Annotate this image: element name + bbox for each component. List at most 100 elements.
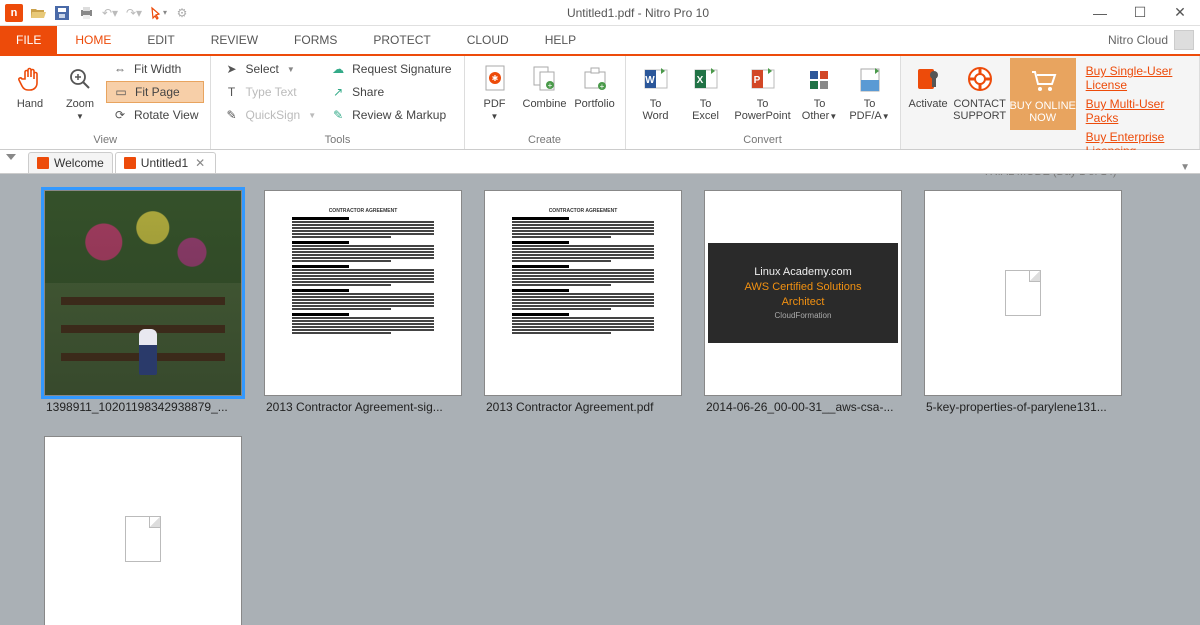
group-convert-label: Convert xyxy=(632,132,894,149)
quick-access-toolbar: n ↶▾ ↷▾ ▾ ⚙ xyxy=(0,3,196,23)
app-icon[interactable]: n xyxy=(4,3,24,23)
content-area[interactable]: 1398911_10201198342938879_...CONTRACTOR … xyxy=(0,174,1200,625)
support-label: CONTACT SUPPORT xyxy=(953,98,1006,122)
tab-edit[interactable]: EDIT xyxy=(129,26,192,54)
nitro-cloud-link[interactable]: Nitro Cloud xyxy=(1108,33,1168,47)
tab-forms[interactable]: FORMS xyxy=(276,26,355,54)
save-icon[interactable] xyxy=(52,3,72,23)
request-signature-button[interactable]: ☁Request Signature xyxy=(324,58,457,80)
thumbnail[interactable]: CONTRACTOR AGREEMENT2013 Contractor Agre… xyxy=(484,190,682,414)
group-view: Hand Zoom▼ ⇔Fit Width ▭Fit Page ⟳Rotate … xyxy=(0,56,211,149)
group-tools: ➤Select▼ TType Text ✎QuickSign▼ ☁Request… xyxy=(211,56,464,149)
to-excel-button[interactable]: X To Excel xyxy=(682,58,730,126)
svg-text:+: + xyxy=(599,82,604,91)
group-trial: Activate CONTACT SUPPORT BUY ONLINE NOW … xyxy=(901,56,1200,149)
to-pdfa-button[interactable]: To PDF/A▼ xyxy=(846,58,894,126)
type-text-button[interactable]: TType Text xyxy=(217,81,322,103)
to-powerpoint-button[interactable]: P To PowerPoint xyxy=(732,58,794,126)
title-bar: n ↶▾ ↷▾ ▾ ⚙ Untitled1.pdf - Nitro Pro 10… xyxy=(0,0,1200,26)
hand-label: Hand xyxy=(17,98,43,110)
group-create: ✱ PDF▼ + Combine + Portfolio Create xyxy=(465,56,626,149)
tabs-expand-icon[interactable] xyxy=(6,154,16,160)
zoom-label: Zoom▼ xyxy=(66,98,94,122)
rotate-view-button[interactable]: ⟳Rotate View xyxy=(106,104,204,126)
svg-text:+: + xyxy=(547,81,552,90)
portfolio-label: Portfolio xyxy=(574,98,614,110)
share-button[interactable]: ↗Share xyxy=(324,81,457,103)
pdf-button[interactable]: ✱ PDF▼ xyxy=(471,58,519,126)
thumbnail[interactable]: CONTRACTOR AGREEMENT2013 Contractor Agre… xyxy=(264,190,462,414)
tab-cloud[interactable]: CLOUD xyxy=(449,26,527,54)
minimize-button[interactable]: — xyxy=(1080,0,1120,26)
tabs-menu-icon[interactable]: ▼ xyxy=(1180,162,1190,173)
pdfa-icon xyxy=(857,62,883,96)
tab-review[interactable]: REVIEW xyxy=(193,26,276,54)
buy-multi-link[interactable]: Buy Multi-User Packs xyxy=(1086,95,1185,127)
tab-close-icon[interactable]: ✕ xyxy=(193,156,207,170)
activate-icon xyxy=(914,62,942,96)
thumbnail[interactable] xyxy=(44,436,242,625)
doc-icon xyxy=(124,157,136,169)
window-controls: — ☐ ✕ xyxy=(1080,0,1200,26)
buy-online-button[interactable]: BUY ONLINE NOW xyxy=(1010,58,1076,130)
thumbnail[interactable]: 5-key-properties-of-parylene131... xyxy=(924,190,1122,414)
thumbnail-label: 2014-06-26_00-00-31__aws-csa-... xyxy=(704,396,902,414)
maximize-button[interactable]: ☐ xyxy=(1120,0,1160,26)
undo-icon[interactable]: ↶▾ xyxy=(100,3,120,23)
close-button[interactable]: ✕ xyxy=(1160,0,1200,26)
customize-qat-icon[interactable]: ⚙ xyxy=(172,3,192,23)
print-icon[interactable] xyxy=(76,3,96,23)
thumbnail-grid: 1398911_10201198342938879_...CONTRACTOR … xyxy=(44,190,1200,625)
svg-text:W: W xyxy=(645,75,655,86)
cursor-icon: ➤ xyxy=(223,62,239,76)
fit-page-button[interactable]: ▭Fit Page xyxy=(106,81,204,103)
portfolio-button[interactable]: + Portfolio xyxy=(571,58,619,114)
combine-button[interactable]: + Combine xyxy=(521,58,569,114)
thumbnail-image: CONTRACTOR AGREEMENT xyxy=(264,190,462,396)
quicksign-icon: ✎ xyxy=(223,108,239,122)
contact-support-button[interactable]: CONTACT SUPPORT xyxy=(952,58,1008,126)
to-excel-label: To Excel xyxy=(692,98,719,122)
doc-icon xyxy=(37,157,49,169)
cursor-icon[interactable]: ▾ xyxy=(148,3,168,23)
tab-home[interactable]: HOME xyxy=(57,26,129,54)
review-markup-button[interactable]: ✎Review & Markup xyxy=(324,104,457,126)
hand-icon xyxy=(16,62,44,96)
zoom-button[interactable]: Zoom▼ xyxy=(56,58,104,126)
tab-protect[interactable]: PROTECT xyxy=(355,26,448,54)
tab-help[interactable]: HELP xyxy=(527,26,594,54)
open-icon[interactable] xyxy=(28,3,48,23)
thumbnail-image xyxy=(924,190,1122,396)
to-word-button[interactable]: WTo Word xyxy=(632,58,680,126)
doc-tab-current[interactable]: Untitled1✕ xyxy=(115,152,216,173)
thumbnail-label: 2013 Contractor Agreement.pdf xyxy=(484,396,682,414)
buy-single-link[interactable]: Buy Single-User License xyxy=(1086,62,1185,94)
user-avatar[interactable] xyxy=(1174,30,1194,50)
thumbnail-image xyxy=(44,436,242,625)
combine-label: Combine xyxy=(523,98,567,110)
doc-tab-welcome[interactable]: Welcome xyxy=(28,152,113,173)
share-icon: ↗ xyxy=(330,85,346,99)
tab-file[interactable]: FILE xyxy=(0,26,57,54)
ribbon-tabs: FILE HOME EDIT REVIEW FORMS PROTECT CLOU… xyxy=(0,26,1200,54)
pdf-label: PDF▼ xyxy=(484,98,506,122)
thumbnail[interactable]: 1398911_10201198342938879_... xyxy=(44,190,242,414)
thumbnail-label: 2013 Contractor Agreement-sig... xyxy=(264,396,462,414)
buy-label: BUY ONLINE NOW xyxy=(1009,100,1075,124)
to-other-button[interactable]: To Other▼ xyxy=(796,58,844,126)
fit-width-button[interactable]: ⇔Fit Width xyxy=(106,58,204,80)
quicksign-button[interactable]: ✎QuickSign▼ xyxy=(217,104,322,126)
to-ppt-label: To PowerPoint xyxy=(734,98,790,122)
redo-icon[interactable]: ↷▾ xyxy=(124,3,144,23)
thumbnail[interactable]: Linux Academy.comAWS Certified Solutions… xyxy=(704,190,902,414)
svg-text:X: X xyxy=(696,75,703,86)
to-pdfa-label: To PDF/A▼ xyxy=(849,98,889,122)
document-tabs: Welcome Untitled1✕ ▼ xyxy=(0,150,1200,174)
hand-button[interactable]: Hand xyxy=(6,58,54,114)
thumbnail-image xyxy=(44,190,242,396)
svg-text:P: P xyxy=(753,75,760,86)
select-button[interactable]: ➤Select▼ xyxy=(217,58,322,80)
thumbnail-image: CONTRACTOR AGREEMENT xyxy=(484,190,682,396)
activate-button[interactable]: Activate xyxy=(907,58,950,114)
group-convert: WTo Word X To Excel P To PowerPoint To Oth… xyxy=(626,56,901,149)
